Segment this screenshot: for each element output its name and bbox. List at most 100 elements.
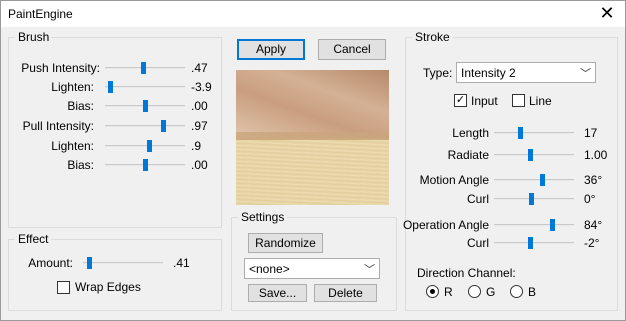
preview-image	[236, 70, 389, 205]
curl-2-slider[interactable]	[494, 237, 574, 249]
slider-thumb[interactable]	[517, 127, 523, 139]
operation-angle-value: 84°	[584, 218, 603, 232]
slider-track	[494, 242, 574, 244]
slider-thumb[interactable]	[528, 193, 534, 205]
chevron-down-icon[interactable]: ﹀	[580, 65, 591, 81]
lighten-2-value: .9	[191, 139, 202, 153]
slider-thumb[interactable]	[528, 149, 533, 161]
preview-lower-region	[236, 140, 389, 205]
slider-thumb[interactable]	[140, 62, 146, 74]
direction-channel-label: Direction Channel:	[417, 266, 516, 280]
type-value: Intensity 2	[461, 66, 516, 80]
slider-track	[105, 86, 185, 88]
stroke-legend: Stroke	[412, 30, 453, 44]
settings-group: Settings Randomize <none> ﹀ Save... Dele…	[231, 210, 397, 311]
lighten-2-slider[interactable]	[105, 140, 185, 152]
motion-angle-label: Motion Angle	[419, 173, 489, 187]
randomize-button[interactable]: Randomize	[248, 233, 323, 253]
channel-b-label: B	[528, 285, 537, 299]
close-icon[interactable]: ✕	[593, 2, 621, 26]
brush-legend: Brush	[15, 30, 53, 44]
preset-dropdown[interactable]: <none> ﹀	[244, 258, 380, 279]
bias-2-label: Bias:	[67, 158, 94, 172]
amount-slider[interactable]	[83, 257, 163, 269]
curl-2-value: -2°	[584, 236, 600, 250]
lighten-1-value: -3.9	[191, 80, 212, 94]
input-checkbox[interactable]: ✓	[454, 94, 467, 107]
channel-g-radio[interactable]	[468, 285, 481, 298]
curl-1-label: Curl	[466, 192, 489, 206]
radiate-label: Radiate	[447, 148, 489, 162]
slider-track	[494, 198, 574, 200]
slider-thumb[interactable]	[107, 81, 113, 93]
lighten-1-slider[interactable]	[105, 81, 185, 93]
slider-track	[105, 125, 185, 127]
bias-1-label: Bias:	[67, 99, 94, 113]
channel-r-label: R	[444, 285, 453, 299]
bias-2-slider[interactable]	[105, 159, 185, 171]
wrap-edges-checkbox[interactable]	[57, 281, 70, 294]
input-label: Input	[471, 94, 498, 108]
type-label: Type:	[423, 66, 453, 80]
slider-thumb[interactable]	[143, 100, 148, 112]
delete-button[interactable]: Delete	[314, 284, 377, 302]
effect-group: Effect Amount: .41 Wrap Edges	[8, 232, 222, 311]
bias-1-value: .00	[191, 99, 208, 113]
bias-1-slider[interactable]	[105, 100, 185, 112]
radiate-value: 1.00	[584, 148, 608, 162]
motion-angle-value: 36°	[584, 173, 603, 187]
chevron-down-icon[interactable]: ﹀	[364, 261, 375, 277]
push-intensity-slider[interactable]	[105, 62, 185, 74]
type-dropdown[interactable]: Intensity 2 ﹀	[456, 62, 596, 83]
curl-1-value: 0°	[584, 192, 596, 206]
cancel-button[interactable]: Cancel	[318, 39, 386, 60]
lighten-1-label: Lighten:	[51, 80, 94, 94]
settings-legend: Settings	[238, 210, 288, 224]
amount-label: Amount:	[28, 256, 73, 270]
push-intensity-label: Push Intensity:	[21, 61, 100, 75]
push-intensity-value: .47	[191, 61, 208, 75]
lighten-2-label: Lighten:	[51, 139, 94, 153]
title-bar: PaintEngine ✕	[1, 1, 625, 27]
slider-thumb[interactable]	[550, 219, 556, 231]
channel-r-radio[interactable]	[426, 285, 439, 298]
slider-thumb[interactable]	[86, 257, 92, 269]
channel-g-label: G	[486, 285, 496, 299]
apply-button[interactable]: Apply	[237, 39, 305, 60]
pull-intensity-value: .97	[191, 119, 208, 133]
pull-intensity-slider[interactable]	[105, 120, 185, 132]
save-button[interactable]: Save...	[248, 284, 307, 302]
slider-track	[494, 132, 574, 134]
curl-1-slider[interactable]	[494, 193, 574, 205]
effect-legend: Effect	[15, 232, 52, 246]
pull-intensity-label: Pull Intensity:	[22, 119, 94, 133]
preview-upper-region	[236, 70, 389, 138]
line-checkbox[interactable]	[512, 94, 525, 107]
amount-value: .41	[173, 256, 190, 270]
length-label: Length	[452, 126, 489, 140]
length-slider[interactable]	[494, 127, 574, 139]
motion-angle-slider[interactable]	[494, 174, 574, 186]
line-label: Line	[529, 94, 552, 108]
length-value: 17	[584, 126, 598, 140]
window-title: PaintEngine	[8, 7, 73, 21]
bias-2-value: .00	[191, 158, 208, 172]
paintengine-dialog: PaintEngine ✕ Brush Push Intensity: .47 …	[0, 0, 626, 321]
operation-angle-label: Operation Angle	[402, 218, 489, 232]
slider-thumb[interactable]	[528, 237, 533, 249]
preset-value: <none>	[249, 262, 290, 276]
slider-thumb[interactable]	[143, 159, 148, 171]
slider-thumb[interactable]	[540, 174, 545, 186]
wrap-edges-label: Wrap Edges	[75, 280, 141, 294]
stroke-group: Stroke Type: Intensity 2 ﹀ ✓ Input Line …	[402, 30, 618, 311]
radiate-slider[interactable]	[494, 149, 574, 161]
channel-b-radio[interactable]	[510, 285, 523, 298]
slider-thumb[interactable]	[147, 140, 152, 152]
slider-track	[494, 179, 574, 181]
slider-track	[494, 224, 574, 226]
slider-track	[105, 145, 185, 147]
slider-track	[83, 262, 163, 264]
brush-group: Brush Push Intensity: .47 Lighten: -3.9 …	[8, 30, 222, 228]
slider-thumb[interactable]	[161, 120, 167, 132]
operation-angle-slider[interactable]	[494, 219, 574, 231]
